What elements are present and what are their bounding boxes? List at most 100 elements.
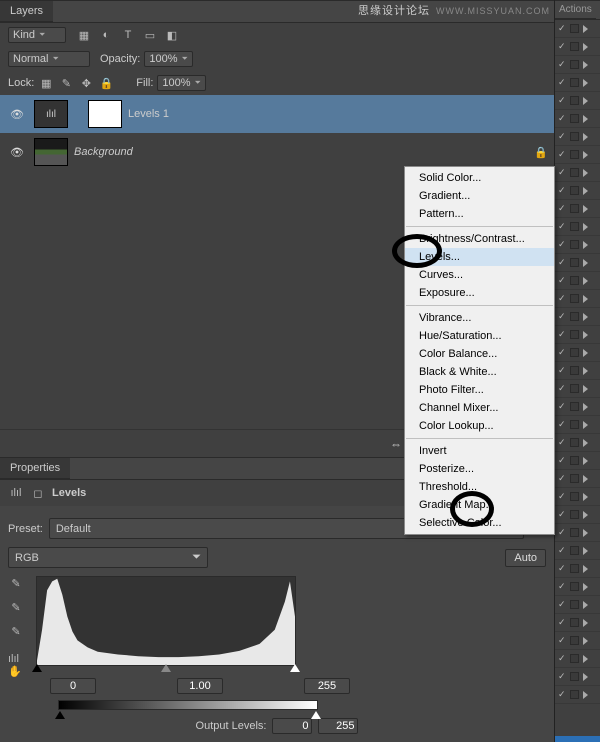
disclosure-triangle-icon[interactable] — [583, 691, 588, 699]
check-icon[interactable]: ✓ — [558, 293, 568, 304]
action-row[interactable]: ✓ — [555, 218, 600, 236]
disclosure-triangle-icon[interactable] — [583, 331, 588, 339]
disclosure-triangle-icon[interactable] — [583, 97, 588, 105]
disclosure-triangle-icon[interactable] — [583, 295, 588, 303]
context-menu-item[interactable]: Curves... — [405, 266, 554, 284]
action-row[interactable]: ✓ — [555, 506, 600, 524]
check-icon[interactable]: ✓ — [558, 383, 568, 394]
action-row[interactable]: ✓ — [555, 254, 600, 272]
context-menu-item[interactable]: Threshold... — [405, 478, 554, 496]
filter-adjust-icon[interactable]: ◐ — [98, 28, 114, 42]
disclosure-triangle-icon[interactable] — [583, 241, 588, 249]
action-row[interactable]: ✓ — [555, 128, 600, 146]
input-black[interactable] — [50, 678, 96, 694]
eyedrop-black-icon[interactable]: ✎ — [8, 576, 24, 590]
image-thumb[interactable] — [34, 138, 68, 166]
disclosure-triangle-icon[interactable] — [583, 43, 588, 51]
check-icon[interactable]: ✓ — [558, 527, 568, 538]
check-icon[interactable]: ✓ — [558, 455, 568, 466]
disclosure-triangle-icon[interactable] — [583, 205, 588, 213]
context-menu-item[interactable]: Pattern... — [405, 205, 554, 223]
disclosure-triangle-icon[interactable] — [583, 187, 588, 195]
action-row[interactable]: ✓ — [555, 632, 600, 650]
disclosure-triangle-icon[interactable] — [583, 133, 588, 141]
action-row[interactable]: ✓ — [555, 470, 600, 488]
context-menu-item[interactable]: Levels... — [405, 248, 554, 266]
layer-name[interactable]: Levels 1 — [128, 108, 548, 120]
action-row[interactable]: ✓ — [555, 74, 600, 92]
tab-layers[interactable]: Layers — [0, 1, 53, 22]
check-icon[interactable]: ✓ — [558, 491, 568, 502]
context-menu-item[interactable]: Selective Color... — [405, 514, 554, 532]
check-icon[interactable]: ✓ — [558, 77, 568, 88]
check-icon[interactable]: ✓ — [558, 95, 568, 106]
action-row[interactable]: ✓ — [555, 326, 600, 344]
check-icon[interactable]: ✓ — [558, 329, 568, 340]
check-icon[interactable]: ✓ — [558, 671, 568, 682]
check-icon[interactable]: ✓ — [558, 59, 568, 70]
layer-row[interactable]: 👁 ılıl Levels 1 — [0, 95, 554, 133]
check-icon[interactable]: ✓ — [558, 185, 568, 196]
filter-type-icon[interactable]: T — [120, 28, 136, 42]
lock-transparent-icon[interactable]: ▦ — [38, 76, 54, 90]
disclosure-triangle-icon[interactable] — [583, 223, 588, 231]
disclosure-triangle-icon[interactable] — [583, 439, 588, 447]
check-icon[interactable]: ✓ — [558, 149, 568, 160]
visibility-eye-icon[interactable]: 👁 — [6, 146, 28, 159]
check-icon[interactable]: ✓ — [558, 131, 568, 142]
disclosure-triangle-icon[interactable] — [583, 25, 588, 33]
disclosure-triangle-icon[interactable] — [583, 367, 588, 375]
lock-paint-icon[interactable]: ✎ — [58, 76, 74, 90]
disclosure-triangle-icon[interactable] — [583, 61, 588, 69]
action-row[interactable]: ✓ — [555, 146, 600, 164]
tab-actions[interactable]: Actions — [555, 1, 596, 19]
context-menu-item[interactable]: Color Balance... — [405, 345, 554, 363]
check-icon[interactable]: ✓ — [558, 347, 568, 358]
action-row[interactable]: ✓ — [555, 614, 600, 632]
disclosure-triangle-icon[interactable] — [583, 637, 588, 645]
layer-name[interactable]: Background — [74, 146, 528, 158]
disclosure-triangle-icon[interactable] — [583, 601, 588, 609]
check-icon[interactable]: ✓ — [558, 311, 568, 322]
disclosure-triangle-icon[interactable] — [583, 565, 588, 573]
output-white[interactable] — [318, 718, 358, 734]
check-icon[interactable]: ✓ — [558, 473, 568, 484]
filter-smart-icon[interactable]: ◧ — [164, 28, 180, 42]
context-menu-item[interactable]: Hue/Saturation... — [405, 327, 554, 345]
eyedrop-white-icon[interactable]: ✎ — [8, 624, 24, 638]
action-row[interactable]: ✓ — [555, 542, 600, 560]
blend-mode-select[interactable]: Normal⏷ — [8, 51, 90, 67]
disclosure-triangle-icon[interactable] — [583, 151, 588, 159]
action-row[interactable]: ✓ — [555, 686, 600, 704]
disclosure-triangle-icon[interactable] — [583, 547, 588, 555]
disclosure-triangle-icon[interactable] — [583, 115, 588, 123]
check-icon[interactable]: ✓ — [558, 653, 568, 664]
action-row[interactable]: ✓ — [555, 416, 600, 434]
action-row[interactable]: ✓ — [555, 92, 600, 110]
mask-thumb[interactable] — [88, 100, 122, 128]
check-icon[interactable]: ✓ — [558, 167, 568, 178]
check-icon[interactable]: ✓ — [558, 275, 568, 286]
check-icon[interactable]: ✓ — [558, 23, 568, 34]
opacity-input[interactable]: 100%⏷ — [144, 51, 193, 67]
context-menu-item[interactable]: Posterize... — [405, 460, 554, 478]
disclosure-triangle-icon[interactable] — [583, 583, 588, 591]
action-row[interactable]: ✓ — [555, 596, 600, 614]
input-mid[interactable] — [177, 678, 223, 694]
action-row[interactable]: ✓ — [555, 20, 600, 38]
disclosure-triangle-icon[interactable] — [583, 673, 588, 681]
context-menu-item[interactable]: Black & White... — [405, 363, 554, 381]
filter-kind-select[interactable]: Kind⏷ — [8, 27, 66, 43]
action-row[interactable]: ✓ — [555, 452, 600, 470]
action-row[interactable]: ✓ — [555, 524, 600, 542]
action-row[interactable]: ✓ — [555, 380, 600, 398]
check-icon[interactable]: ✓ — [558, 563, 568, 574]
gray-point-slider[interactable] — [161, 664, 171, 672]
check-icon[interactable]: ✓ — [558, 635, 568, 646]
check-icon[interactable]: ✓ — [558, 239, 568, 250]
disclosure-triangle-icon[interactable] — [583, 169, 588, 177]
action-row[interactable]: ✓ — [555, 560, 600, 578]
filter-shape-icon[interactable]: ▭ — [142, 28, 158, 42]
context-menu-item[interactable]: Vibrance... — [405, 309, 554, 327]
disclosure-triangle-icon[interactable] — [583, 349, 588, 357]
